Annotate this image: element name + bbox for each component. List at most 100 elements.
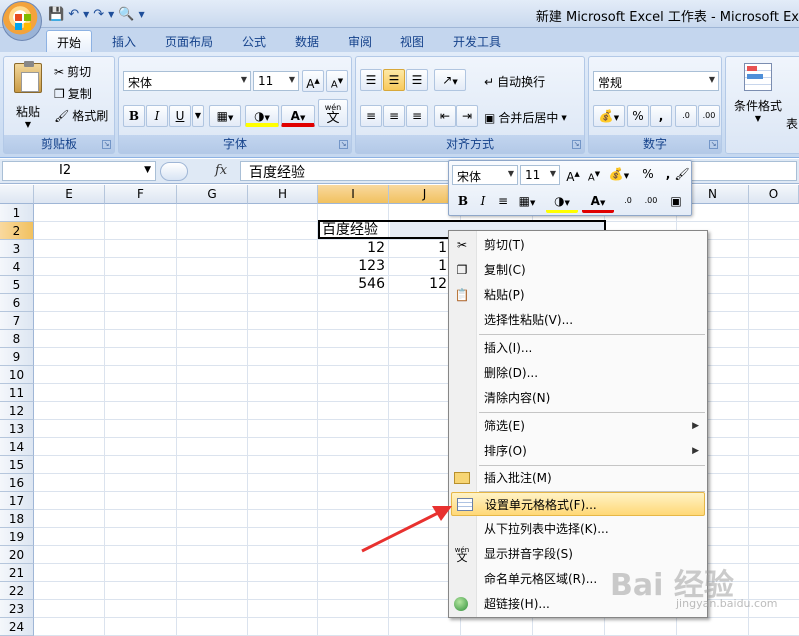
cell-i3[interactable]: 12 [318, 239, 385, 257]
conditional-format-button[interactable]: 条件格式 ▼ [730, 61, 786, 127]
currency-button[interactable]: 💰▼ [593, 105, 625, 127]
menu-item-paste-special[interactable]: 选择性粘贴(V)... [449, 308, 707, 332]
italic-button[interactable]: I [146, 105, 168, 127]
menu-item-sort[interactable]: 排序(O) ▶ [449, 439, 707, 463]
font-name-combo[interactable]: 宋体 ▼ [123, 71, 251, 91]
row-header-7[interactable]: 7 [0, 312, 34, 330]
row-header-10[interactable]: 10 [0, 366, 34, 384]
menu-item-pick-from-list[interactable]: 从下拉列表中选择(K)... [449, 517, 707, 541]
row-header-14[interactable]: 14 [0, 438, 34, 456]
row-header-12[interactable]: 12 [0, 402, 34, 420]
menu-item-paste[interactable]: 📋 粘贴(P) [449, 283, 707, 307]
shrink-font-button[interactable]: A▼ [326, 70, 348, 92]
row-header-22[interactable]: 22 [0, 582, 34, 600]
mini-font-name-combo[interactable]: 宋体 ▼ [452, 165, 518, 185]
row-header-5[interactable]: 5 [0, 276, 34, 294]
comma-button[interactable]: , [650, 105, 672, 127]
row-header-3[interactable]: 3 [0, 240, 34, 258]
bold-button[interactable]: B [123, 105, 145, 127]
qat-customize-icon[interactable]: ▼ [139, 10, 145, 19]
font-size-combo[interactable]: 11 ▼ [253, 71, 299, 91]
menu-item-copy[interactable]: ❐ 复制(C) [449, 258, 707, 282]
align-bottom-button[interactable]: ☰ [406, 69, 428, 91]
align-middle-button[interactable]: ☰ [383, 69, 405, 91]
cell-i5[interactable]: 546 [318, 275, 385, 293]
mini-merge-button[interactable]: ▣ [665, 191, 687, 213]
tab-data[interactable]: 数据 [285, 30, 329, 52]
borders-button[interactable]: ▦▼ [209, 105, 241, 127]
copy-button[interactable]: ❐ 复制 [54, 85, 92, 102]
mini-center-button[interactable]: ≡ [492, 191, 514, 213]
cell-j4[interactable]: 1 [389, 257, 447, 275]
row-header-21[interactable]: 21 [0, 564, 34, 582]
menu-item-insert[interactable]: 插入(I)... [449, 336, 707, 360]
column-header-g[interactable]: G [177, 185, 248, 204]
row-header-16[interactable]: 16 [0, 474, 34, 492]
fill-color-button[interactable]: ◑▼ [245, 105, 279, 127]
menu-item-insert-comment[interactable]: 插入批注(M) [449, 466, 707, 490]
undo-dropdown-icon[interactable]: ▼ [83, 10, 89, 19]
row-header-9[interactable]: 9 [0, 348, 34, 366]
row-header-19[interactable]: 19 [0, 528, 34, 546]
tab-page-layout[interactable]: 页面布局 [155, 30, 223, 52]
row-header-2[interactable]: 2 [0, 222, 34, 240]
clipboard-launcher-icon[interactable]: ↘ [102, 140, 111, 149]
column-header-f[interactable]: F [105, 185, 177, 204]
tab-home[interactable]: 开始 [46, 30, 93, 52]
tab-review[interactable]: 审阅 [338, 30, 382, 52]
tab-developer[interactable]: 开发工具 [443, 30, 511, 52]
alignment-launcher-icon[interactable]: ↘ [572, 140, 581, 149]
mini-italic-button[interactable]: I [472, 191, 494, 213]
wrap-text-button[interactable]: ↵ 自动换行 [484, 73, 545, 90]
mini-increase-decimal-button[interactable]: .0 [617, 191, 639, 213]
align-left-button[interactable]: ≡ [360, 105, 382, 127]
column-header-i[interactable]: I [318, 185, 389, 204]
redo-dropdown-icon[interactable]: ▼ [108, 10, 114, 19]
format-as-table-label[interactable]: 表 [786, 115, 798, 132]
decrease-indent-button[interactable]: ⇤ [434, 105, 456, 127]
row-header-17[interactable]: 17 [0, 492, 34, 510]
insert-function-button[interactable]: fx [215, 163, 227, 178]
grow-font-button[interactable]: A▲ [302, 70, 324, 92]
mini-grow-font-button[interactable]: A▲ [562, 164, 584, 186]
paste-button[interactable]: 粘贴 ▼ [8, 61, 48, 129]
row-header-15[interactable]: 15 [0, 456, 34, 474]
align-right-button[interactable]: ≡ [406, 105, 428, 127]
column-header-o[interactable]: O [749, 185, 799, 204]
office-button[interactable] [2, 1, 42, 41]
mini-bold-button[interactable]: B [452, 191, 474, 213]
mini-shrink-font-button[interactable]: A▼ [583, 164, 605, 186]
row-header-6[interactable]: 6 [0, 294, 34, 312]
row-header-1[interactable]: 1 [0, 204, 34, 222]
tab-view[interactable]: 视图 [390, 30, 434, 52]
cell-i4[interactable]: 123 [318, 257, 385, 275]
align-center-button[interactable]: ≡ [383, 105, 405, 127]
name-box[interactable]: I2 ▼ [2, 161, 156, 181]
underline-dropdown-icon[interactable]: ▼ [192, 105, 204, 127]
mini-percent-button[interactable]: % [637, 164, 659, 186]
cell-j5[interactable]: 12 [389, 275, 447, 293]
mini-fill-color-button[interactable]: ◑▼ [546, 191, 578, 213]
font-launcher-icon[interactable]: ↘ [339, 140, 348, 149]
merge-center-button[interactable]: ▣ 合并后居中 ▼ [484, 109, 567, 126]
mini-borders-button[interactable]: ▦▼ [512, 191, 542, 213]
row-header-18[interactable]: 18 [0, 510, 34, 528]
increase-indent-button[interactable]: ⇥ [456, 105, 478, 127]
row-header-8[interactable]: 8 [0, 330, 34, 348]
row-header-20[interactable]: 20 [0, 546, 34, 564]
percent-button[interactable]: % [627, 105, 649, 127]
menu-item-format-cells[interactable]: 设置单元格格式(F)... [451, 492, 705, 516]
font-color-button[interactable]: A▼ [281, 105, 315, 127]
row-header-24[interactable]: 24 [0, 618, 34, 636]
formula-expand-handle[interactable] [160, 162, 188, 181]
mini-font-color-button[interactable]: A▼ [582, 191, 614, 213]
number-format-combo[interactable]: 常规 ▼ [593, 71, 719, 91]
mini-decrease-decimal-button[interactable]: .00 [640, 191, 662, 213]
format-painter-button[interactable]: 🖌 格式刷 [54, 107, 108, 124]
phonetic-guide-button[interactable]: wén 文 [318, 99, 348, 127]
underline-button[interactable]: U [169, 105, 191, 127]
cell-j3[interactable]: 1 [389, 239, 447, 257]
row-header-4[interactable]: 4 [0, 258, 34, 276]
row-header-13[interactable]: 13 [0, 420, 34, 438]
undo-icon[interactable]: ↶ [68, 7, 79, 22]
